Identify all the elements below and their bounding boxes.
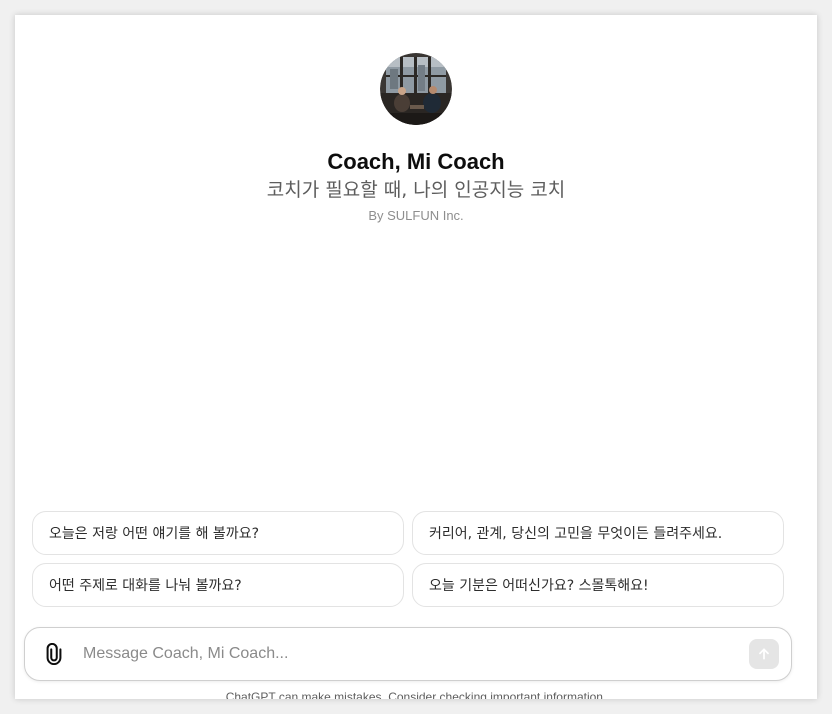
attach-button[interactable] bbox=[39, 639, 69, 669]
message-composer bbox=[24, 627, 792, 681]
arrow-up-icon bbox=[759, 648, 769, 660]
gpt-name: Coach, Mi Coach bbox=[327, 149, 505, 174]
gpt-avatar bbox=[380, 53, 452, 125]
gpt-author: By SULFUN Inc. bbox=[368, 208, 464, 223]
gpt-header: Coach, Mi Coach 코치가 필요할 때, 나의 인공지능 코치 By… bbox=[15, 53, 817, 225]
starter-button[interactable]: 오늘 기분은 어떠신가요? 스몰톡해요! bbox=[412, 563, 784, 607]
disclaimer-text: ChatGPT can make mistakes. Consider chec… bbox=[225, 690, 607, 699]
paperclip-icon bbox=[46, 643, 62, 665]
starter-button[interactable]: 커리어, 관계, 당신의 고민을 무엇이든 들려주세요. bbox=[412, 511, 784, 555]
conversation-starters: 오늘은 저랑 어떤 얘기를 해 볼까요? 커리어, 관계, 당신의 고민을 무엇… bbox=[32, 511, 784, 607]
chat-window: Coach, Mi Coach 코치가 필요할 때, 나의 인공지능 코치 By… bbox=[15, 15, 817, 699]
starter-button[interactable]: 어떤 주제로 대화를 나눠 볼까요? bbox=[32, 563, 404, 607]
message-input[interactable] bbox=[81, 644, 749, 664]
send-button[interactable] bbox=[749, 639, 779, 669]
gpt-description: 코치가 필요할 때, 나의 인공지능 코치 bbox=[266, 179, 566, 201]
starter-button[interactable]: 오늘은 저랑 어떤 얘기를 해 볼까요? bbox=[32, 511, 404, 555]
